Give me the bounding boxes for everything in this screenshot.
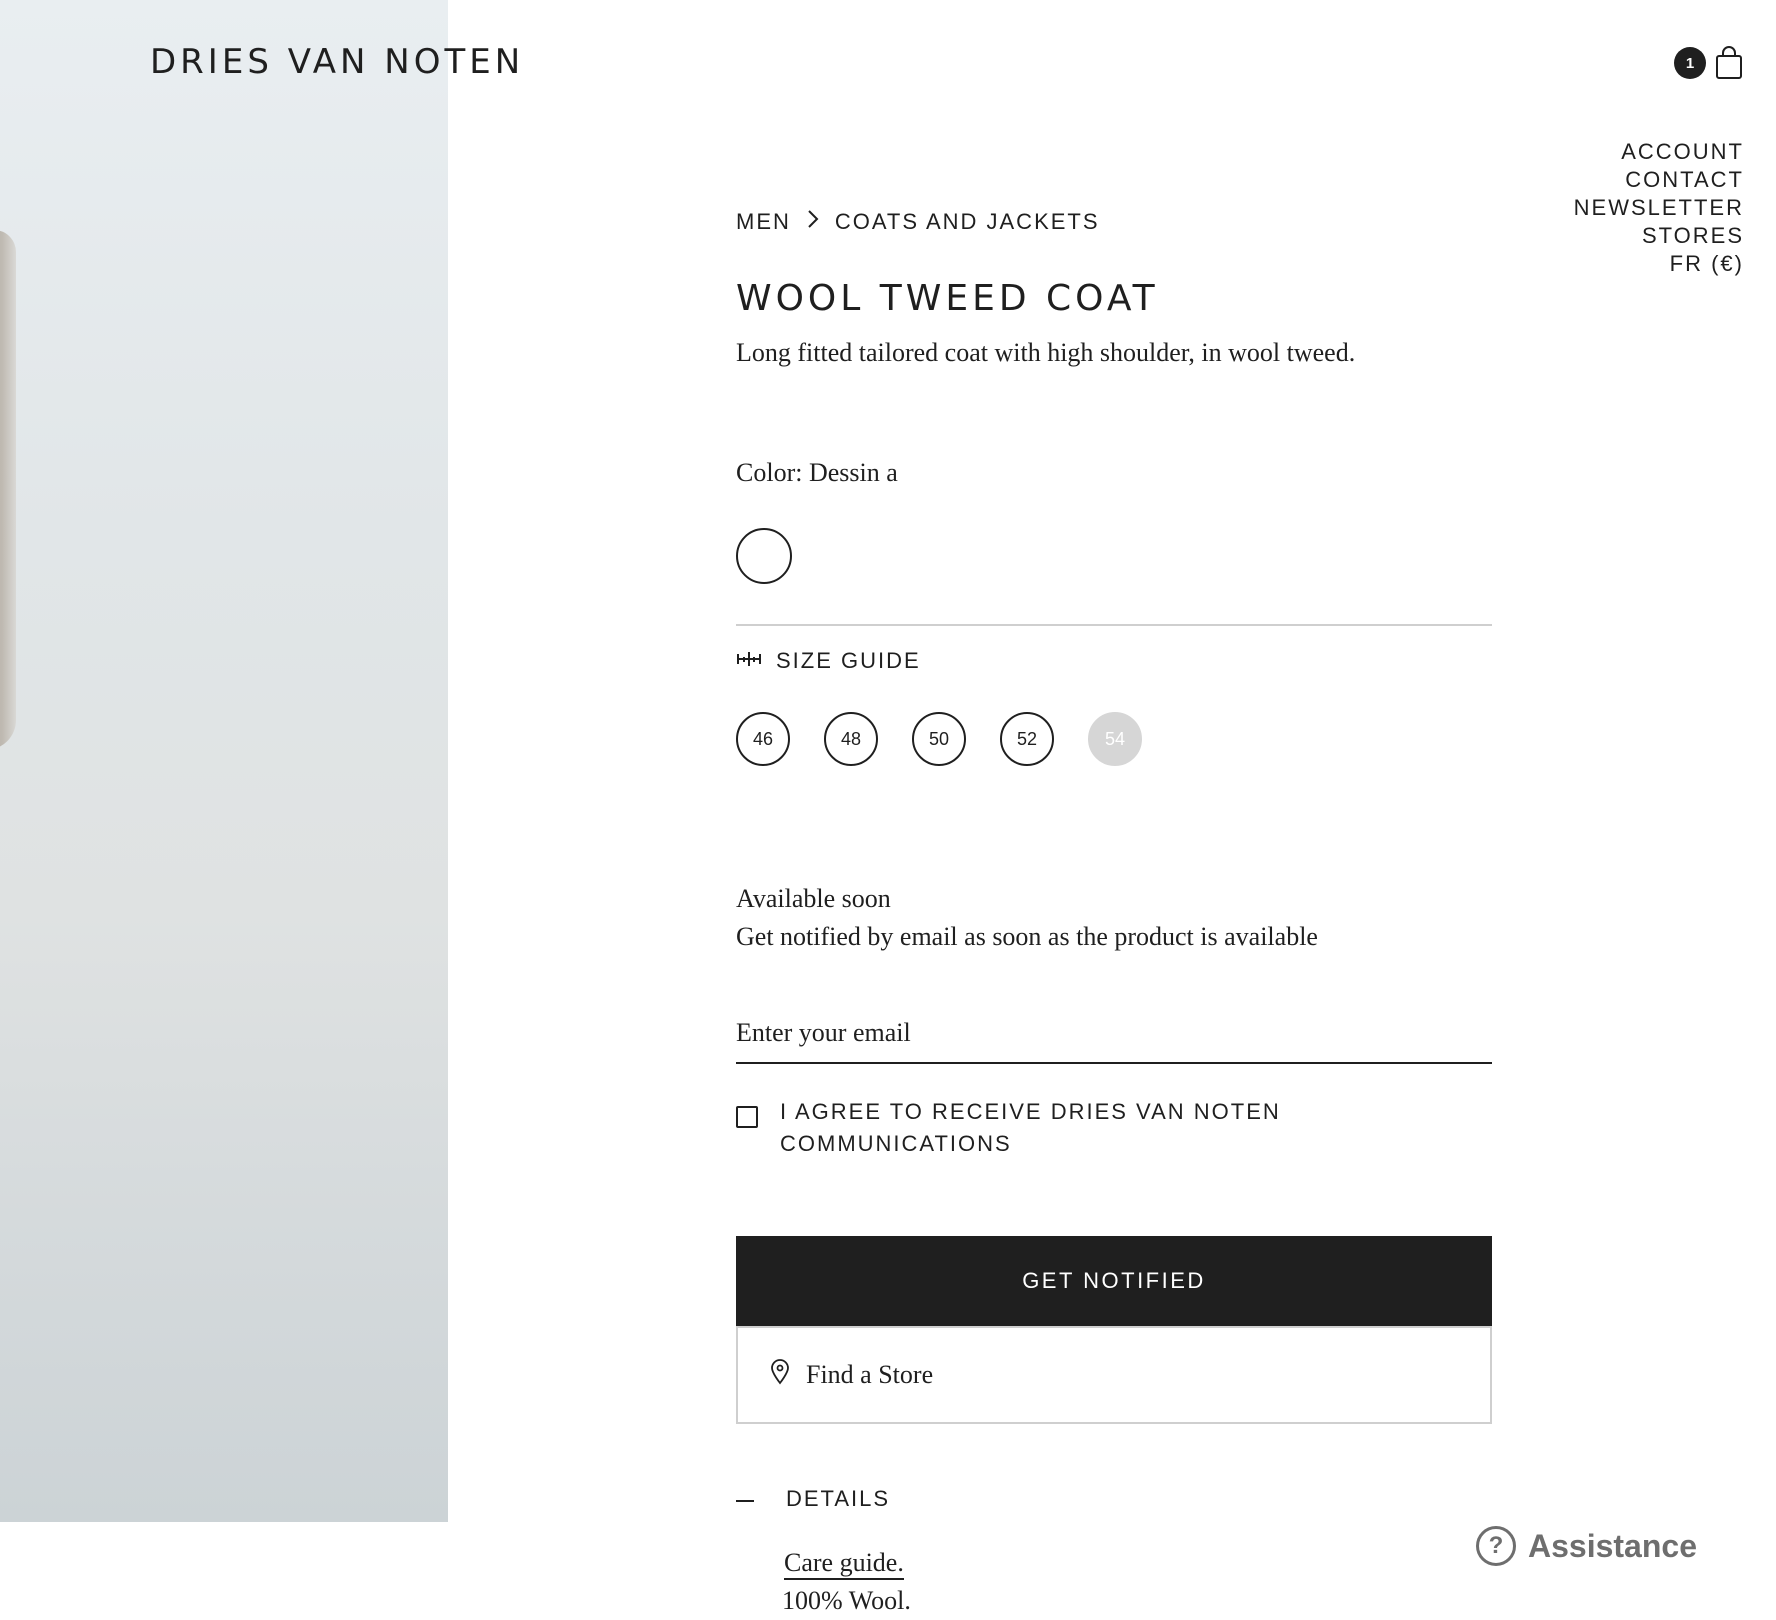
divider bbox=[736, 624, 1492, 626]
availability-subtitle: Get notified by email as soon as the pro… bbox=[736, 922, 1318, 951]
availability-title: Available soon bbox=[736, 884, 891, 913]
details-accordion-toggle[interactable]: DETAILS bbox=[736, 1486, 890, 1512]
chevron-right-icon bbox=[805, 208, 821, 236]
shopping-bag-icon[interactable] bbox=[1714, 46, 1744, 80]
details-heading: DETAILS bbox=[786, 1486, 891, 1511]
product-title: WOOL TWEED COAT bbox=[736, 278, 1159, 319]
product-image[interactable] bbox=[0, 0, 448, 1522]
cart-count-badge: 1 bbox=[1674, 47, 1706, 79]
assistance-label: Assistance bbox=[1528, 1527, 1697, 1564]
question-icon: ? bbox=[1476, 1526, 1516, 1566]
care-guide-link[interactable]: Care guide. bbox=[784, 1548, 904, 1580]
nav-account[interactable]: ACCOUNT bbox=[1574, 138, 1744, 166]
get-notified-button[interactable]: GET NOTIFIED bbox=[736, 1236, 1492, 1326]
brand-logo[interactable]: DRIES VAN NOTEN bbox=[150, 42, 524, 82]
size-option-46[interactable]: 46 bbox=[736, 712, 790, 766]
size-option-52[interactable]: 52 bbox=[1000, 712, 1054, 766]
size-selector: 46 48 50 52 54 bbox=[736, 712, 1142, 766]
find-store-label: Find a Store bbox=[806, 1360, 934, 1389]
size-option-48[interactable]: 48 bbox=[824, 712, 878, 766]
breadcrumb-men[interactable]: MEN bbox=[736, 209, 791, 235]
coat-image-edge bbox=[0, 230, 16, 750]
ruler-icon bbox=[736, 648, 762, 674]
find-store-button[interactable]: Find a Store bbox=[736, 1326, 1492, 1424]
size-option-54[interactable]: 54 bbox=[1088, 712, 1142, 766]
nav-stores[interactable]: STORES bbox=[1574, 222, 1744, 250]
collapse-icon bbox=[736, 1500, 754, 1502]
size-option-50[interactable]: 50 bbox=[912, 712, 966, 766]
email-field[interactable] bbox=[736, 1004, 1492, 1064]
size-guide-label: SIZE GUIDE bbox=[776, 648, 921, 673]
breadcrumb: MEN COATS AND JACKETS bbox=[736, 208, 1100, 236]
breadcrumb-coats-and-jackets[interactable]: COATS AND JACKETS bbox=[835, 209, 1100, 235]
nav-locale[interactable]: FR (€) bbox=[1574, 250, 1744, 278]
consent-checkbox[interactable] bbox=[736, 1106, 758, 1128]
nav-newsletter[interactable]: NEWSLETTER bbox=[1574, 194, 1744, 222]
utility-nav: ACCOUNT CONTACT NEWSLETTER STORES FR (€) bbox=[1574, 138, 1744, 278]
product-description: Long fitted tailored coat with high shou… bbox=[736, 338, 1356, 367]
color-label: Color: Dessin a bbox=[736, 458, 898, 487]
nav-contact[interactable]: CONTACT bbox=[1574, 166, 1744, 194]
consent-label[interactable]: I AGREE TO RECEIVE DRIES VAN NOTEN COMMU… bbox=[780, 1096, 1340, 1160]
size-guide-link[interactable]: SIZE GUIDE bbox=[736, 648, 921, 674]
cart[interactable]: 1 bbox=[1674, 46, 1744, 80]
assistance-button[interactable]: ? Assistance bbox=[1476, 1526, 1697, 1566]
location-pin-icon bbox=[770, 1358, 790, 1392]
composition-text: 100% Wool. bbox=[782, 1586, 911, 1615]
color-swatch[interactable] bbox=[736, 528, 792, 584]
consent-option: I AGREE TO RECEIVE DRIES VAN NOTEN COMMU… bbox=[736, 1096, 1340, 1160]
